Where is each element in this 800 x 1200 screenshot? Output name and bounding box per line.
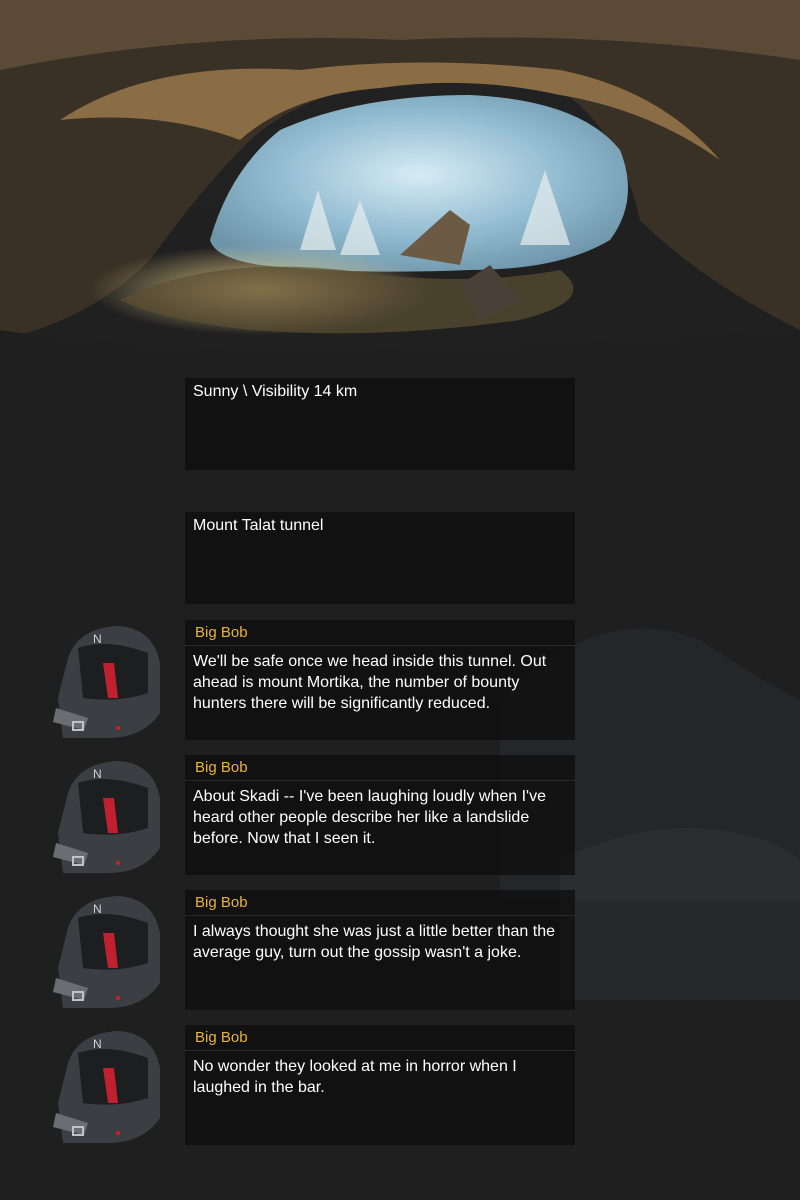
dialog-box: Big Bob I always thought she was just a … — [185, 890, 575, 1010]
speaker-name: Big Bob — [185, 620, 575, 646]
speaker-portrait-helmet-icon: N — [53, 1031, 160, 1143]
dialog-box: Big Bob No wonder they looked at me in h… — [185, 1025, 575, 1145]
svg-text:N: N — [93, 1037, 102, 1051]
location-narration-box: Mount Talat tunnel — [185, 512, 575, 604]
dialog-box: Big Bob About Skadi -- I've been laughin… — [185, 755, 575, 875]
weather-text: Sunny \ Visibility 14 km — [193, 383, 358, 400]
svg-text:N: N — [93, 632, 102, 646]
weather-narration-box: Sunny \ Visibility 14 km — [185, 378, 575, 470]
speaker-name: Big Bob — [185, 755, 575, 781]
dialog-box: Big Bob We'll be safe once we head insid… — [185, 620, 575, 740]
location-text: Mount Talat tunnel — [193, 517, 324, 534]
dialog-text: I always thought she was just a little b… — [193, 923, 555, 961]
svg-text:N: N — [93, 902, 102, 916]
dialog-text: No wonder they looked at me in horror wh… — [193, 1058, 517, 1096]
speaker-portrait-helmet-icon: N — [53, 626, 160, 738]
speaker-name: Big Bob — [185, 1025, 575, 1051]
svg-text:N: N — [93, 767, 102, 781]
speaker-portrait-helmet-icon: N — [53, 761, 160, 873]
speaker-name: Big Bob — [185, 890, 575, 916]
dialog-text: We'll be safe once we head inside this t… — [193, 653, 547, 712]
speaker-portrait-helmet-icon: N — [53, 896, 160, 1008]
dialog-text: About Skadi -- I've been laughing loudly… — [193, 788, 546, 847]
